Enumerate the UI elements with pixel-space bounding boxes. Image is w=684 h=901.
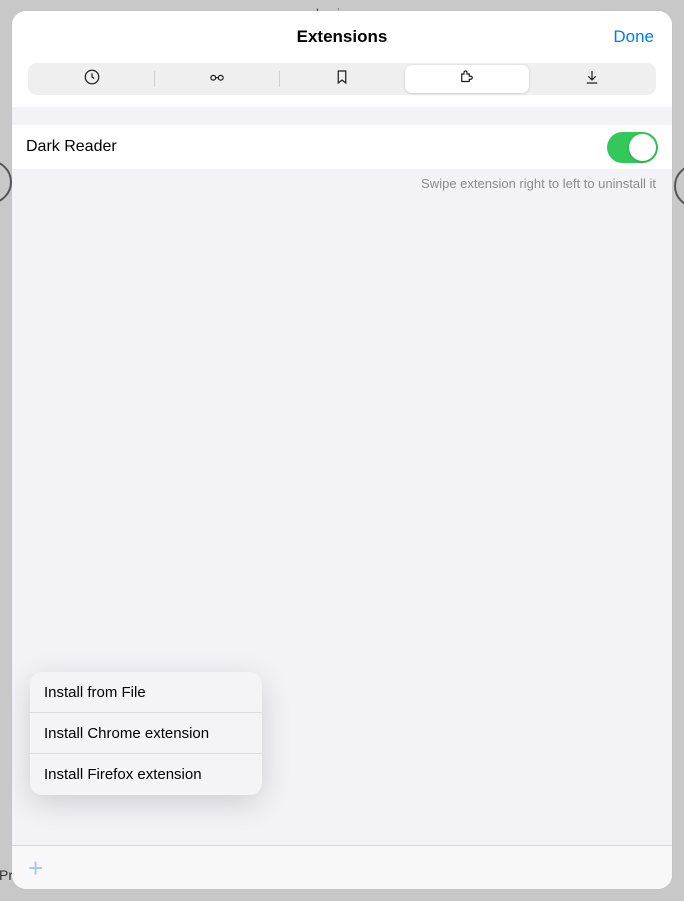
background-decor-right	[674, 164, 684, 208]
swipe-hint: Swipe extension right to left to uninsta…	[12, 169, 672, 191]
add-extension-button[interactable]: +	[28, 855, 43, 881]
menu-install-chrome[interactable]: Install Chrome extension	[30, 713, 262, 754]
glasses-icon	[208, 68, 226, 91]
content-area: Dark Reader Swipe extension right to lef…	[12, 107, 672, 845]
page-title: Extensions	[297, 27, 388, 47]
clock-icon	[83, 68, 101, 91]
puzzle-icon	[458, 68, 476, 91]
extension-name: Dark Reader	[26, 138, 117, 156]
extensions-list: Dark Reader	[12, 125, 672, 169]
toggle-knob	[629, 134, 656, 161]
done-button[interactable]: Done	[613, 11, 654, 63]
tab-extensions[interactable]	[405, 65, 529, 93]
modal-header: Extensions Done	[12, 11, 672, 63]
menu-install-from-file[interactable]: Install from File	[30, 672, 262, 713]
menu-install-firefox[interactable]: Install Firefox extension	[30, 754, 262, 795]
extension-toggle[interactable]	[607, 132, 658, 163]
tab-downloads[interactable]	[530, 65, 654, 93]
background-decor-left	[0, 160, 12, 204]
tab-bookmarks[interactable]	[280, 65, 404, 93]
install-menu: Install from File Install Chrome extensi…	[30, 672, 262, 795]
footer-toolbar: +	[12, 845, 672, 889]
download-icon	[583, 68, 601, 91]
tab-reading-list[interactable]	[155, 65, 279, 93]
bookmark-icon	[333, 68, 351, 91]
tab-history[interactable]	[30, 65, 154, 93]
segmented-control	[28, 63, 656, 95]
extensions-modal: Extensions Done	[12, 11, 672, 889]
extension-row[interactable]: Dark Reader	[12, 125, 672, 169]
segmented-control-wrapper	[12, 63, 672, 107]
